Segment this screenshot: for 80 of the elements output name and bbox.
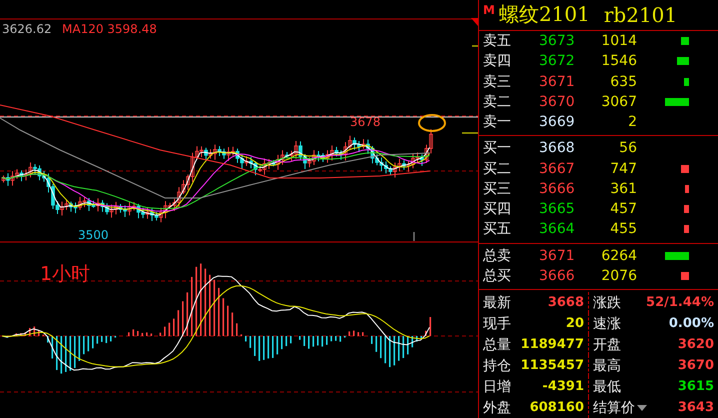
stat-label: 总量 [483,336,511,354]
order-volume: 2076 [600,268,637,284]
order-volume: 3067 [600,94,637,110]
stat-value: 1189477 [520,337,584,352]
stat-label: 最高 [593,356,621,375]
stat-value: 0.00% [668,316,714,332]
stat-value: 3620 [678,337,714,352]
order-price: 3666 [539,268,576,284]
stat-label: 最低 [593,378,621,396]
order-price: 3672 [539,53,576,70]
stat-value: 3668 [548,295,584,310]
order-price: 3665 [539,201,576,218]
stat-value: 608160 [530,400,584,416]
stat-value: 3670 [678,358,714,374]
period-label: 1小时 [40,263,90,285]
order-volume: 6264 [600,248,637,264]
order-price: 3669 [539,114,576,130]
contract-code: rb2101 [604,2,678,27]
volume-bar [684,225,689,234]
volume-bar [665,98,689,106]
stat-label: 日增 [483,378,511,396]
order-volume: 747 [609,160,637,177]
stat-label: 结算价 [593,398,635,417]
order-price: 3671 [539,248,576,264]
order-level-label: 买五 [483,220,512,238]
order-volume: 2 [627,114,637,130]
order-volume: 457 [609,201,637,218]
order-level-label: 卖一 [483,113,512,132]
order-volume: 635 [609,74,637,90]
high-price-label: 3678 [350,115,381,129]
contract-name: 螺纹2101 [498,1,590,28]
order-level-label: 总卖 [483,246,512,265]
stat-value: 20 [566,316,584,332]
order-volume: 56 [618,140,637,156]
order-level-label: 买二 [483,160,512,178]
stat-label: 现手 [483,314,511,333]
stat-value: 3643 [678,400,714,416]
volume-bar [681,37,689,46]
stat-label: 速涨 [593,314,621,333]
stat-label: 开盘 [593,336,621,354]
ma-value: 3626.62 [2,22,52,36]
volume-bar [681,272,689,280]
order-volume: 1014 [600,33,637,50]
market-letter: M [483,3,495,17]
order-price: 3666 [539,180,576,197]
order-level-label: 卖五 [483,32,512,50]
order-level-label: 买一 [483,139,512,158]
stat-value: 1135457 [520,358,584,374]
order-price: 3673 [539,33,576,50]
volume-bar [680,164,689,173]
order-volume: 1546 [600,53,637,70]
stat-label: 外盘 [483,398,511,417]
order-level-label: 卖三 [483,72,512,91]
volume-bar [676,57,689,66]
volume-bar [684,205,689,214]
order-price: 3667 [539,160,576,177]
low-price-label: 3500 [78,228,109,242]
order-price: 3668 [539,140,576,156]
stat-value: 3615 [678,379,714,394]
marker-icon [471,18,478,26]
order-level-label: 卖二 [483,92,512,111]
order-price: 3664 [539,221,576,238]
volume-bar [665,252,689,260]
order-level-label: 卖四 [483,52,512,70]
ma-value: MA120 3598.48 [62,22,157,36]
highlight-circle [418,114,446,132]
order-volume: 455 [609,221,637,238]
volume-bar [684,78,689,86]
stat-label: 最新 [483,294,511,312]
order-level-label: 买四 [483,200,512,218]
stat-value: -4391 [542,379,584,394]
order-volume: 361 [609,180,637,197]
volume-bar [685,184,689,193]
stat-label: 持仓 [483,356,511,375]
order-level-label: 买三 [483,180,512,198]
stat-label: 涨跌 [593,294,621,312]
order-price: 3671 [539,74,576,90]
order-price: 3670 [539,94,576,110]
order-level-label: 总买 [483,266,512,285]
stat-value: 52/1.44% [646,295,714,310]
